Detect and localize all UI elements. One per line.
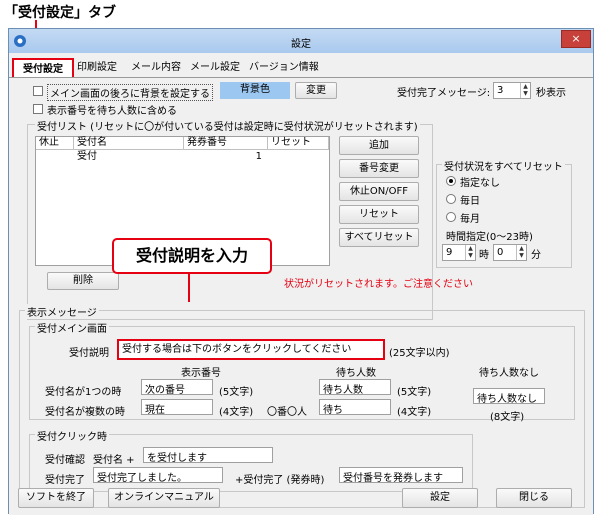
column-header-pause: 休止 <box>36 137 74 150</box>
tab-content: メイン画面の後ろに背景を設定する 背景色 変更 受付完了メッセージ: 3 ▲ ▼ … <box>9 78 593 515</box>
spinner-arrows-icon[interactable]: ▲ ▼ <box>520 83 530 98</box>
close-button[interactable]: 閉じる <box>496 488 572 508</box>
change-number-button[interactable]: 番号変更 <box>339 159 419 178</box>
screenshot-caption: 「受付設定」タブ <box>4 5 116 21</box>
row-reception-name: 受付 <box>77 151 97 162</box>
display-message-group-title: 表示メッセージ <box>25 304 99 319</box>
reset-hour-spinner[interactable]: 9 ▲ ▼ <box>442 244 476 261</box>
complete-message-input[interactable]: 受付完了しました。 <box>93 467 223 483</box>
tab-reception-settings[interactable]: 受付設定 <box>12 58 74 79</box>
window-title: 設定 <box>291 39 311 50</box>
reset-daily-radio[interactable] <box>446 194 456 204</box>
single-reception-label: 受付名が1つの時 <box>45 387 122 398</box>
waiting-column-label: 待ち人数 <box>336 368 376 379</box>
complete-message-seconds-spinner[interactable]: 3 ▲ ▼ <box>493 82 531 99</box>
complete-message-label: 受付完了メッセージ: <box>397 88 491 99</box>
settings-window: 設定 × 受付設定 印刷設定 メール内容 メール設定 バージョン情報 メイン画面… <box>8 28 594 515</box>
background-checkbox[interactable] <box>33 86 43 96</box>
reset-monthly-radio[interactable] <box>446 212 456 222</box>
reset-all-button[interactable]: すべてリセット <box>339 228 419 247</box>
no-waiting-column-label: 待ち人数なし <box>479 368 539 379</box>
reset-button[interactable]: リセット <box>339 205 419 224</box>
single-number-input[interactable]: 次の番号 <box>141 379 213 395</box>
seconds-label: 秒表示 <box>536 88 566 99</box>
tab-print-settings[interactable]: 印刷設定 <box>73 58 121 79</box>
complete-ticket-input[interactable]: 受付番号を発券します <box>339 467 463 483</box>
multi-number-limit: (4文字) <box>219 407 254 418</box>
no-waiting-input[interactable]: 待ち人数なし <box>473 388 545 404</box>
minute-unit-label: 分 <box>531 250 541 261</box>
description-input[interactable]: 受付する場合は下のボタンをクリックしてください <box>117 339 385 360</box>
callout-pointer-line <box>188 274 190 302</box>
column-header-ticket-number: 発券番号 <box>184 137 268 150</box>
column-header-name: 受付名 <box>74 137 184 150</box>
quit-software-button[interactable]: ソフトを終了 <box>18 488 94 508</box>
multi-reception-label: 受付名が複数の時 <box>45 407 125 418</box>
online-manual-button[interactable]: オンラインマニュアル <box>108 488 220 508</box>
background-checkbox-label: メイン画面の後ろに背景を設定する <box>47 84 213 101</box>
add-reception-button[interactable]: 追加 <box>339 136 419 155</box>
tab-mail-content[interactable]: メール内容 <box>127 58 185 79</box>
confirm-label: 受付確認 <box>45 455 85 466</box>
reset-daily-label: 毎日 <box>460 196 480 207</box>
reset-none-radio[interactable] <box>446 176 456 186</box>
reset-all-group-title: 受付状況をすべてリセット <box>442 158 565 173</box>
row-ticket-number: 1 <box>255 151 262 162</box>
time-specify-label: 時間指定(0〜23時) <box>446 232 533 243</box>
title-bar: 設定 × <box>9 29 593 53</box>
single-waiting-limit: (5文字) <box>397 387 432 398</box>
multi-waiting-input[interactable]: 待ち <box>319 399 391 415</box>
reset-warning-text: 状況がリセットされます。ご注意ください <box>284 279 473 290</box>
table-row[interactable]: 受付 1 <box>36 151 329 164</box>
minute-spinner-arrows-icon[interactable]: ▲ ▼ <box>516 245 526 260</box>
main-screen-group-title: 受付メイン画面 <box>35 320 109 335</box>
confirm-prefix-label: 受付名 + <box>93 455 135 466</box>
reset-minute-value: 0 <box>497 247 504 258</box>
multi-mid-label: 〇番〇人 <box>267 407 307 418</box>
background-color-swatch[interactable]: 背景色 <box>220 82 290 99</box>
description-limit-label: (25文字以内) <box>389 348 450 359</box>
include-waiting-checkbox[interactable] <box>33 104 43 114</box>
reset-monthly-label: 毎月 <box>460 214 480 225</box>
save-settings-button[interactable]: 設定 <box>402 488 478 508</box>
close-window-button[interactable]: × <box>561 30 591 48</box>
pause-toggle-button[interactable]: 休止ON/OFF <box>339 182 419 201</box>
include-waiting-label: 表示番号を待ち人数に含める <box>47 106 177 117</box>
confirm-message-input[interactable]: を受付します <box>143 447 273 463</box>
column-header-reset: リセット <box>268 137 329 150</box>
complete-ticket-label: +受付完了 (発券時) <box>235 475 325 486</box>
description-label: 受付説明 <box>69 348 109 359</box>
change-background-button[interactable]: 変更 <box>295 82 337 99</box>
single-waiting-input[interactable]: 待ち人数 <box>319 379 391 395</box>
complete-message-seconds-value: 3 <box>497 85 504 96</box>
description-callout: 受付説明を入力 <box>112 238 272 274</box>
complete-label: 受付完了 <box>45 475 85 486</box>
single-number-limit: (5文字) <box>219 387 254 398</box>
no-waiting-limit: (8文字) <box>490 412 525 423</box>
reset-minute-spinner[interactable]: 0 ▲ ▼ <box>493 244 527 261</box>
tab-mail-settings[interactable]: メール設定 <box>186 58 244 79</box>
tab-version-info[interactable]: バージョン情報 <box>245 58 323 79</box>
reset-hour-value: 9 <box>446 247 453 258</box>
reception-click-group-title: 受付クリック時 <box>35 428 109 443</box>
reception-list-group-title: 受付リスト (リセットに〇が付いている受付は設定時に受付状況がリセットされます) <box>35 118 420 133</box>
hour-spinner-arrows-icon[interactable]: ▲ ▼ <box>465 245 475 260</box>
display-number-column-label: 表示番号 <box>181 368 221 379</box>
multi-waiting-limit: (4文字) <box>397 407 432 418</box>
multi-number-input[interactable]: 現在 <box>141 399 213 415</box>
hour-unit-label: 時 <box>479 250 489 261</box>
delete-button[interactable]: 削除 <box>47 272 119 290</box>
reset-none-label: 指定なし <box>460 178 500 189</box>
